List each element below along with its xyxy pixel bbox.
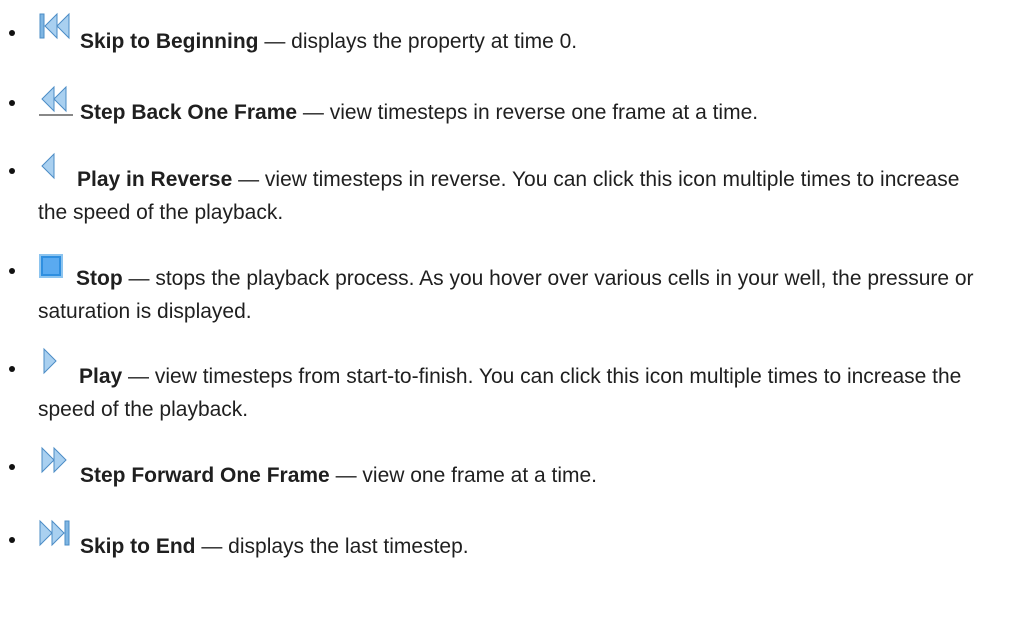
description: — view one frame at a time.	[329, 464, 598, 487]
list-item-text: Play — view timesteps from start-to-fini…	[38, 360, 998, 426]
description: — view timesteps in reverse one frame at…	[297, 101, 759, 124]
description: — stops the playback process. As you hov…	[38, 267, 974, 323]
description: — displays the last timestep.	[195, 535, 469, 558]
description: — view timesteps from start-to-finish. Y…	[38, 365, 962, 421]
term-label: Skip to End	[80, 535, 196, 558]
list-item-text: Step Forward One Frame — view one frame …	[38, 459, 1000, 492]
description: — displays the property at time 0.	[258, 30, 578, 53]
list-item-text: Skip to End — displays the last timestep…	[38, 530, 1000, 563]
bullet	[9, 168, 15, 174]
list-item-text: Skip to Beginning — displays the propert…	[38, 25, 1000, 58]
bullet	[9, 268, 15, 274]
bullet	[9, 464, 15, 470]
bullet	[9, 100, 15, 106]
term-label: Play	[79, 365, 123, 388]
bullet	[9, 537, 15, 543]
term-label: Skip to Beginning	[80, 30, 259, 53]
term-label: Stop	[76, 267, 123, 290]
list-item-text: Stop — stops the playback process. As yo…	[38, 262, 1027, 328]
list-item-text: Step Back One Frame — view timesteps in …	[38, 96, 1000, 129]
term-label: Play in Reverse	[77, 168, 233, 191]
term-label: Step Forward One Frame	[80, 464, 330, 487]
list-item-text: Play in Reverse — view timesteps in reve…	[38, 163, 978, 229]
term-label: Step Back One Frame	[80, 101, 298, 124]
bullet	[9, 30, 15, 36]
bullet	[9, 366, 15, 372]
